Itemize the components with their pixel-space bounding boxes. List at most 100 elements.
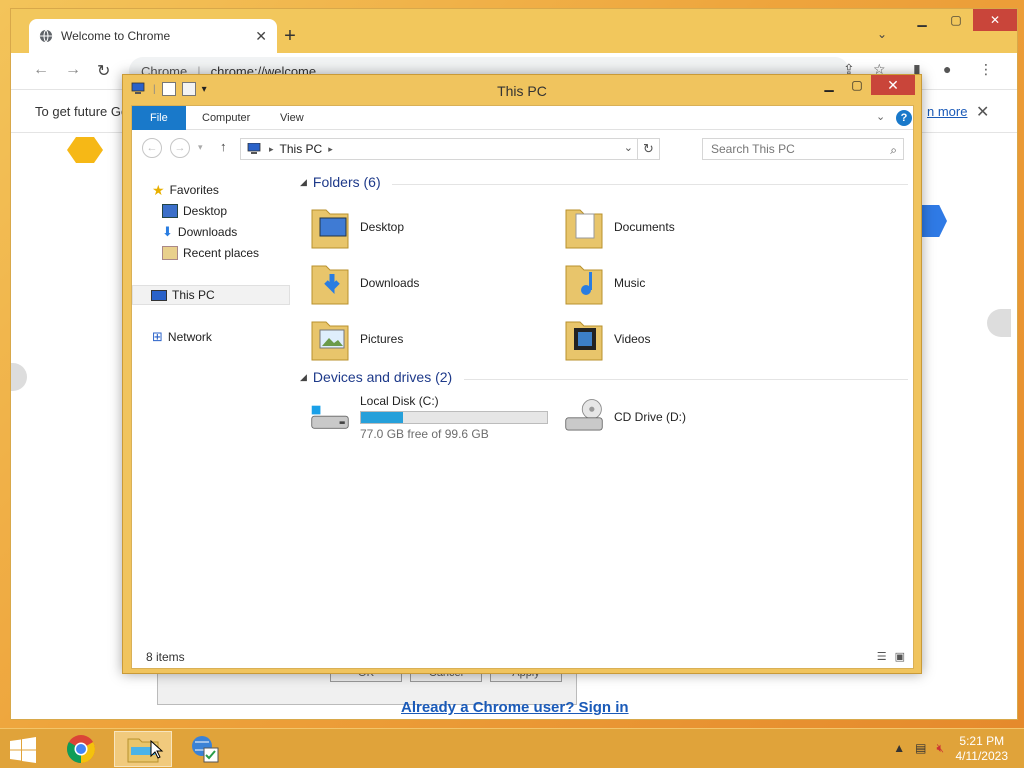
- devices-header-label: Devices and drives (2): [312, 369, 453, 385]
- drive-name: CD Drive (D:): [614, 410, 686, 424]
- volume-muted-icon[interactable]: 🔇︎: [936, 741, 944, 756]
- computer-icon: [151, 289, 167, 301]
- system-tray: ▲ ▤ 🔇︎: [893, 741, 944, 756]
- forward-icon[interactable]: →: [170, 138, 190, 158]
- folder-pictures[interactable]: Pictures: [310, 314, 560, 364]
- chevron-down-icon[interactable]: ⌄: [877, 27, 887, 41]
- devices-group-header[interactable]: ◢ Devices and drives (2): [300, 369, 452, 385]
- signin-link[interactable]: Already a Chrome user? Sign in: [401, 699, 629, 716]
- help-icon[interactable]: ?: [896, 110, 912, 126]
- new-tab-button[interactable]: +: [279, 25, 301, 48]
- desktop-folder-icon: [311, 209, 349, 249]
- menu-kebab-icon[interactable]: ⋮: [979, 61, 993, 78]
- close-window-button[interactable]: ✕: [973, 9, 1017, 31]
- group-divider: [464, 379, 908, 380]
- infobar-close-icon[interactable]: ✕: [976, 102, 989, 122]
- folders-group-header[interactable]: ◢ Folders (6): [300, 174, 381, 190]
- maximize-button[interactable]: ▢: [939, 9, 973, 31]
- drive-usage-bar: [360, 410, 548, 424]
- folder-desktop[interactable]: Desktop: [310, 202, 560, 252]
- folder-label: Downloads: [360, 276, 420, 290]
- reload-icon[interactable]: ↻: [97, 61, 110, 81]
- close-window-button[interactable]: ✕: [871, 75, 915, 95]
- back-icon[interactable]: ←: [33, 61, 49, 79]
- close-tab-icon[interactable]: ✕: [255, 28, 267, 45]
- folder-label: Music: [614, 276, 646, 290]
- drive-usage-fill: [361, 411, 404, 423]
- expand-ribbon-icon[interactable]: ⌄: [876, 110, 885, 123]
- taskbar-clock[interactable]: 5:21 PM 4/11/2023: [956, 734, 1009, 764]
- explorer-titlebar: | ▾ This PC ▁ ▢ ✕: [123, 75, 921, 105]
- network-icon: ⊞: [152, 329, 163, 344]
- maximize-button[interactable]: ▢: [843, 75, 871, 95]
- windows-start-icon[interactable]: [8, 737, 38, 763]
- folder-videos[interactable]: Videos: [564, 314, 814, 364]
- show-hidden-icons-icon[interactable]: ▲: [893, 741, 905, 756]
- chrome-icon: [67, 735, 95, 763]
- breadcrumb-chevron-icon[interactable]: ▸: [269, 144, 274, 155]
- nav-recent-places-label: Recent places: [183, 246, 260, 260]
- folders-header-label: Folders (6): [312, 174, 381, 190]
- drive-cd-d[interactable]: CD Drive (D:): [564, 392, 814, 442]
- desktop-icon: [162, 204, 178, 218]
- refresh-icon[interactable]: ↻: [637, 139, 659, 159]
- globe-icon: [39, 29, 53, 43]
- chrome-tab-welcome[interactable]: Welcome to Chrome ✕: [29, 19, 277, 53]
- view-switcher: ☰ ▣: [877, 650, 905, 663]
- nav-desktop[interactable]: Desktop: [162, 201, 227, 221]
- nav-desktop-label: Desktop: [183, 204, 228, 218]
- minimize-button[interactable]: ▁: [905, 9, 939, 31]
- address-row: ← → ▾ ↑ ▸ This PC ▸ ⌄ ↻ Search This PC ⌕: [132, 130, 913, 166]
- nav-network[interactable]: ⊞ Network: [152, 327, 212, 347]
- folder-music[interactable]: Music: [564, 258, 814, 308]
- downloads-icon: ⬇: [162, 224, 173, 239]
- item-count: 8 items: [146, 650, 185, 664]
- minimize-button[interactable]: ▁: [815, 75, 843, 95]
- explorer-window: | ▾ This PC ▁ ▢ ✕ File Computer View ⌄ ?…: [122, 74, 922, 674]
- address-bar[interactable]: ▸ This PC ▸ ⌄ ↻: [240, 138, 660, 160]
- large-icons-view-icon[interactable]: ▣: [895, 650, 905, 663]
- folder-documents[interactable]: Documents: [564, 202, 814, 252]
- cd-drive-icon: [565, 399, 603, 431]
- collapse-icon[interactable]: ◢: [300, 177, 307, 188]
- status-bar: 8 items ☰ ▣: [132, 646, 913, 668]
- breadcrumb-this-pc[interactable]: This PC: [280, 142, 323, 156]
- recent-places-icon: [162, 246, 178, 260]
- chrome-caption-buttons: ▁ ▢ ✕: [905, 9, 1017, 31]
- drive-local-disk-c[interactable]: Local Disk (C:) 77.0 GB free of 99.6 GB: [310, 392, 570, 442]
- nav-this-pc[interactable]: This PC: [132, 285, 290, 305]
- up-arrow-icon[interactable]: ↑: [220, 139, 227, 154]
- downloads-folder-icon: [311, 265, 349, 305]
- chrome-tab-title: Welcome to Chrome: [61, 29, 171, 43]
- breadcrumb-chevron-icon[interactable]: ▸: [328, 144, 333, 155]
- address-dropdown-icon[interactable]: ⌄: [624, 141, 633, 154]
- nav-recent-places[interactable]: Recent places: [162, 243, 259, 263]
- network-status-icon[interactable]: ▤: [915, 741, 926, 756]
- infobar-link[interactable]: n more: [927, 104, 967, 119]
- back-icon[interactable]: ←: [142, 138, 162, 158]
- nav-favorites[interactable]: ★ Favorites: [152, 180, 219, 200]
- details-view-icon[interactable]: ☰: [877, 650, 887, 663]
- explorer-caption-buttons: ▁ ▢ ✕: [815, 75, 915, 95]
- star-icon: ★: [152, 181, 165, 198]
- nav-downloads[interactable]: ⬇ Downloads: [162, 222, 237, 242]
- search-input[interactable]: Search This PC ⌕: [702, 138, 904, 160]
- content-pane: ◢ Folders (6) Desktop Documents Download…: [296, 166, 910, 646]
- tab-computer[interactable]: Computer: [188, 106, 264, 130]
- tab-file[interactable]: File: [132, 106, 186, 130]
- folder-downloads[interactable]: Downloads: [310, 258, 560, 308]
- videos-folder-icon: [565, 321, 603, 361]
- documents-folder-icon: [565, 209, 603, 249]
- collapse-icon[interactable]: ◢: [300, 372, 307, 383]
- ribbon: File Computer View ⌄ ?: [132, 106, 913, 130]
- drive-name: Local Disk (C:): [360, 393, 439, 408]
- forward-icon[interactable]: →: [65, 61, 81, 79]
- taskbar-network-app[interactable]: [176, 731, 234, 767]
- tab-view[interactable]: View: [266, 106, 318, 130]
- profile-avatar-icon[interactable]: ●: [943, 61, 951, 77]
- chrome-tabstrip: Welcome to Chrome ✕ + ⌄ ▁ ▢ ✕: [11, 9, 1017, 53]
- navigation-pane: ★ Favorites Desktop ⬇ Downloads Recent p…: [132, 166, 292, 646]
- taskbar-chrome[interactable]: [52, 731, 110, 767]
- search-icon[interactable]: ⌕: [890, 140, 897, 160]
- recent-locations-icon[interactable]: ▾: [198, 142, 203, 153]
